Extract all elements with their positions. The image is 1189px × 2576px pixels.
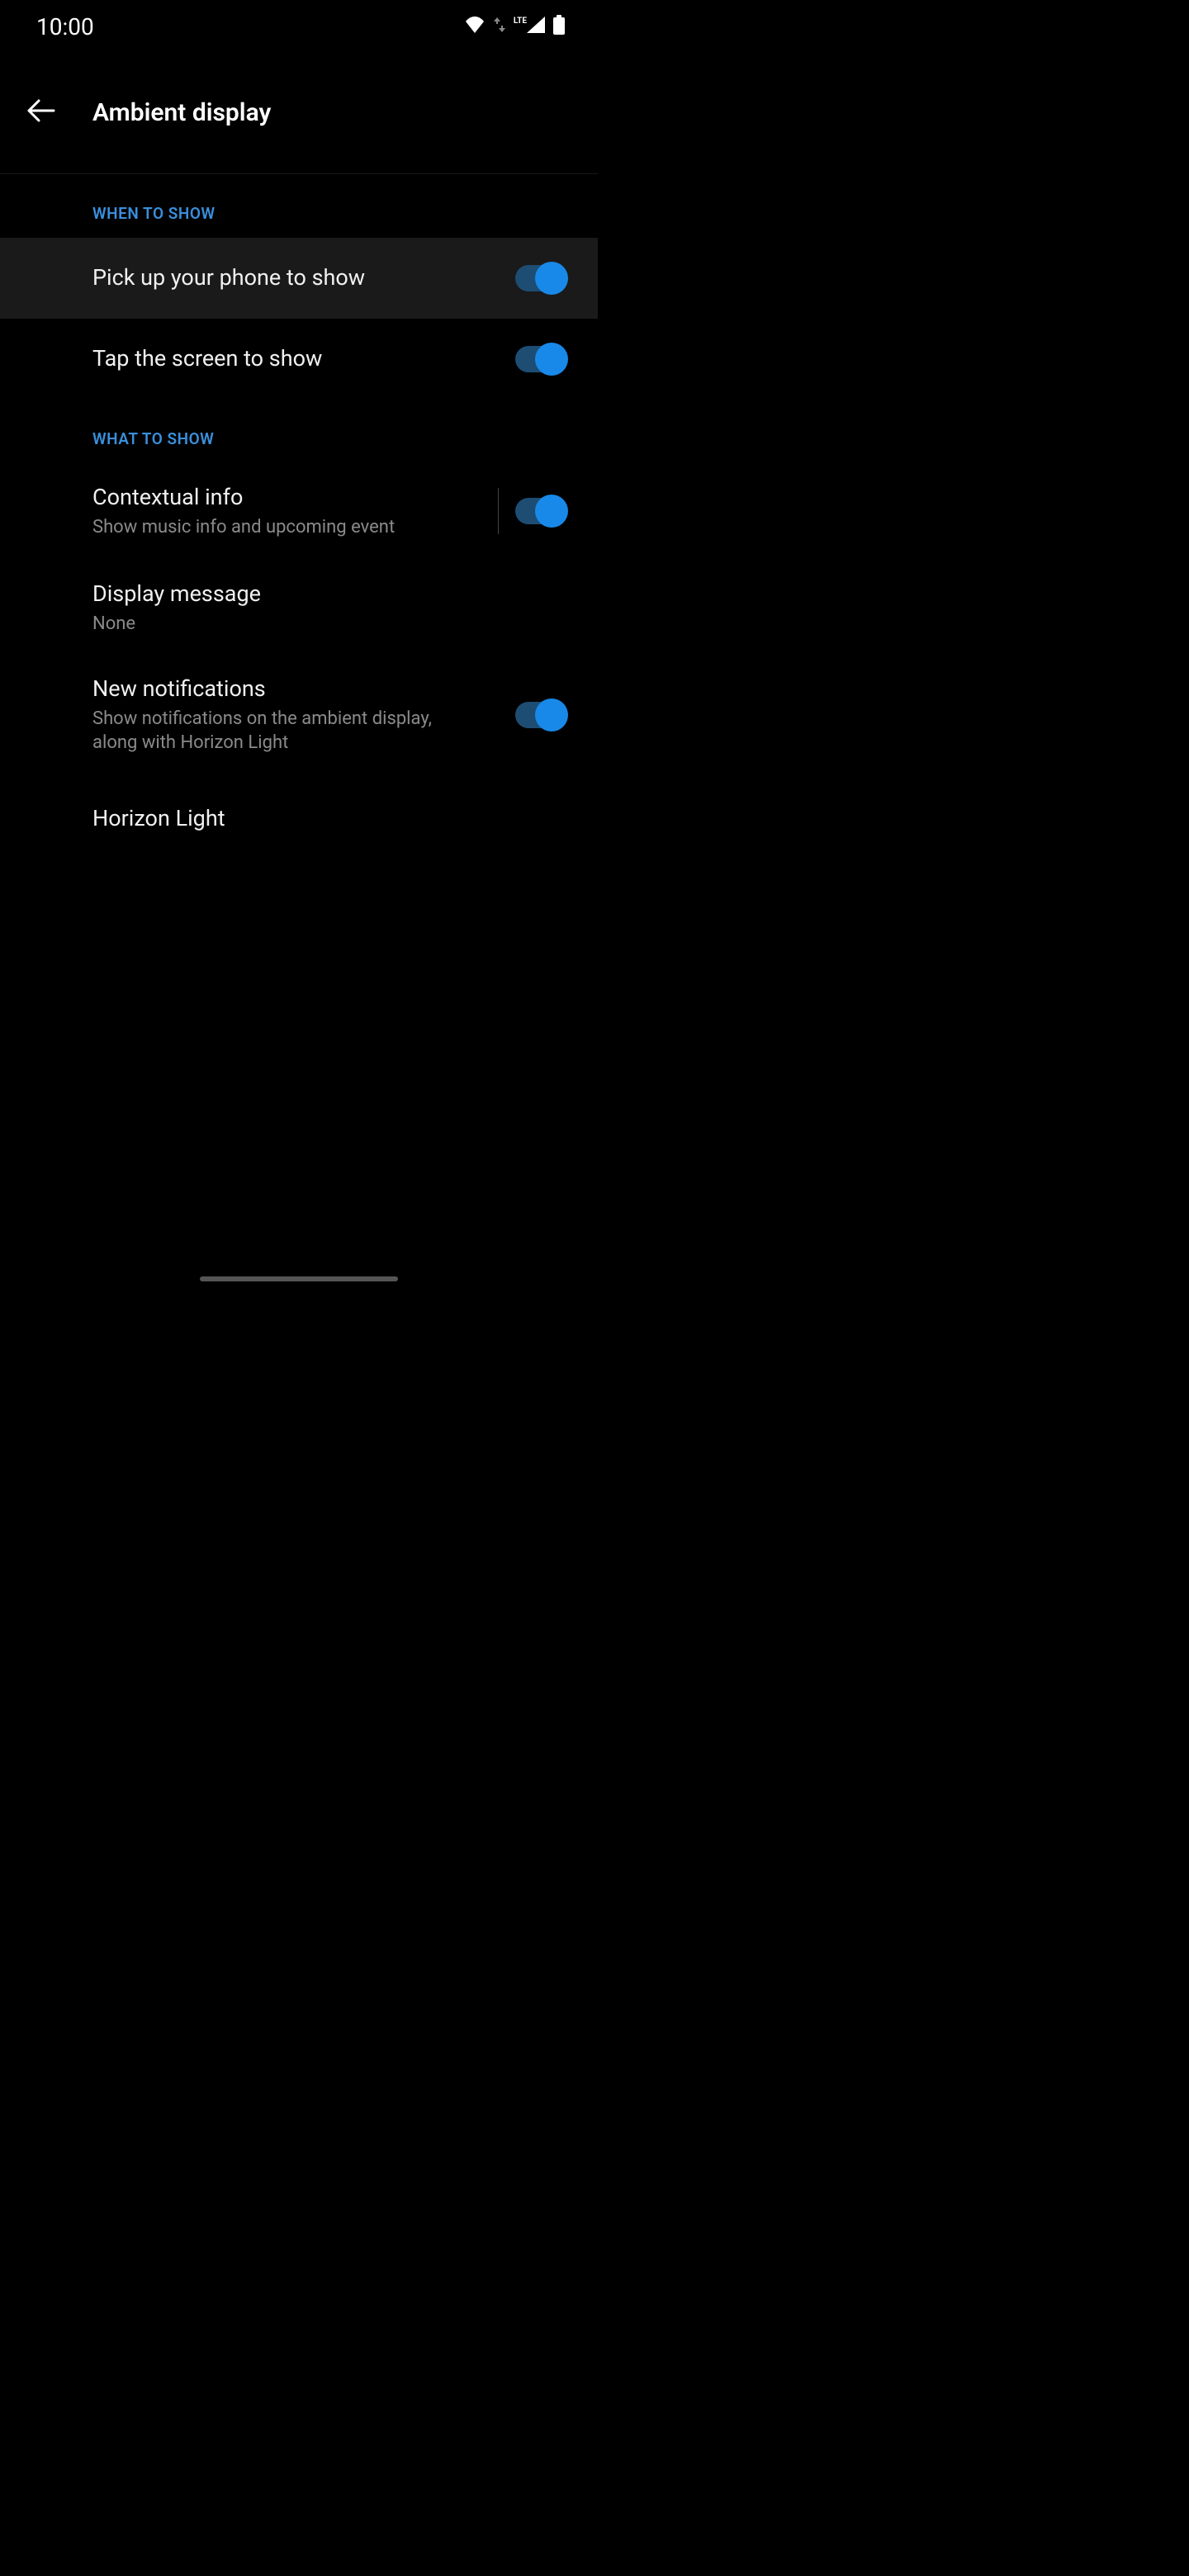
home-indicator[interactable] [200,1276,398,1281]
row-text-area: New notifications Show notifications on … [92,675,515,755]
status-time: 10:00 [36,13,94,40]
row-subtitle: Show notifications on the ambient displa… [92,707,472,755]
row-new-notifications[interactable]: New notifications Show notifications on … [0,656,598,779]
row-subtitle: Show music info and upcoming event [92,515,472,540]
toggle-contextual-info[interactable] [515,498,565,524]
row-contextual-info[interactable]: Contextual info Show music info and upco… [0,463,598,560]
row-title: Display message [92,580,565,608]
wifi-icon [464,17,486,36]
lte-label: LTE [514,17,527,26]
row-text-area: Horizon Light [92,804,565,833]
row-title: Horizon Light [92,804,565,833]
data-arrows-icon [494,17,505,36]
section-header-what-to-show: WHAT TO SHOW [0,400,598,463]
page-header: Ambient display [0,53,598,174]
toggle-tap-screen[interactable] [515,346,565,372]
row-subtitle: None [92,612,472,637]
battery-icon [553,15,565,38]
row-horizon-light[interactable]: Horizon Light [0,779,598,859]
arrow-left-icon [27,99,55,125]
row-pick-up-phone[interactable]: Pick up your phone to show [0,238,598,319]
row-text-area: Tap the screen to show [92,344,515,373]
status-icons: LTE [464,15,565,38]
section-header-when-to-show: WHEN TO SHOW [0,174,598,238]
row-display-message[interactable]: Display message None [0,560,598,656]
status-bar: 10:00 LTE [0,0,598,53]
row-title: Pick up your phone to show [92,263,515,292]
row-title: New notifications [92,675,515,703]
toggle-pick-up-phone[interactable] [515,265,565,291]
back-button[interactable] [25,96,58,129]
row-text-area: Pick up your phone to show [92,263,515,292]
vertical-divider [498,488,499,534]
toggle-new-notifications[interactable] [515,702,565,728]
row-title: Contextual info [92,483,490,512]
signal-icon [527,17,545,36]
page-title: Ambient display [92,98,271,127]
row-text-area: Display message None [92,580,565,637]
row-text-area: Contextual info Show music info and upco… [92,483,490,540]
row-tap-screen[interactable]: Tap the screen to show [0,319,598,400]
row-title: Tap the screen to show [92,344,515,373]
